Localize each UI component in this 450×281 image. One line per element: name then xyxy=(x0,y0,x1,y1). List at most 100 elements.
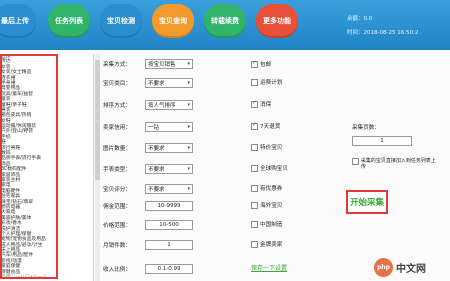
watch-type-select[interactable]: 不要求 ▾ xyxy=(145,164,193,174)
chevron-down-icon: ▾ xyxy=(187,61,190,67)
chevron-down-icon: ▾ xyxy=(187,102,190,108)
chevron-down-icon: ▾ xyxy=(187,145,190,151)
ratio-label: 收入比例： xyxy=(103,267,131,273)
price-input[interactable]: 10-500 xyxy=(145,220,193,230)
option-label: 消保 xyxy=(260,102,272,108)
row-rating: 宝贝评分： 不要求 ▾ xyxy=(103,184,193,194)
chevron-down-icon: ▾ xyxy=(187,80,190,86)
option-checkbox[interactable]: ✓ xyxy=(251,60,258,68)
nav-button-task-list[interactable]: 任务列表 xyxy=(48,4,90,38)
page-count-input[interactable]: 1 xyxy=(352,136,412,146)
option-row: ✓ 包邮 xyxy=(251,60,271,68)
sort-label: 排序方式： xyxy=(103,103,131,109)
commission-label: 佣金范围： xyxy=(103,204,131,210)
rating-select[interactable]: 不要求 ▾ xyxy=(145,184,193,194)
category-select[interactable]: 不要求 ▾ xyxy=(145,78,193,88)
rating-value: 不要求 xyxy=(148,187,165,193)
sort-value: 按人气排序 xyxy=(148,103,176,109)
row-price: 价格范围： 10-500 xyxy=(103,220,193,230)
row-ratio: 收入比例： 0.1-0.99 xyxy=(103,264,193,274)
option-row: 金牌卖家 xyxy=(251,240,282,248)
seller-credit-select[interactable]: 一钻 ▾ xyxy=(145,122,193,132)
option-label: 特价宝贝 xyxy=(260,145,283,151)
option-checkbox[interactable] xyxy=(251,201,258,209)
page-count-label: 采集页数： xyxy=(352,125,380,131)
watch-type-value: 不要求 xyxy=(148,167,165,173)
nav-button-more[interactable]: 更多功能 xyxy=(256,4,298,38)
nav-button-upload[interactable]: 最后上传 xyxy=(0,4,36,38)
seller-credit-value: 一钻 xyxy=(148,125,160,131)
option-row: 特价宝贝 xyxy=(251,143,282,151)
tree-scrollbar[interactable] xyxy=(95,54,100,281)
row-auto-add: 采集的宝贝直接加入到任务列表上传 xyxy=(352,158,438,170)
option-label: 包邮 xyxy=(260,62,272,68)
tree-scrollbar-thumb[interactable] xyxy=(95,60,100,180)
option-row: 中国制造 xyxy=(251,220,282,228)
row-sort: 排序方式： 按人气排序 ▾ xyxy=(103,100,193,110)
auto-add-checkbox[interactable] xyxy=(352,158,359,165)
chevron-down-icon: ▾ xyxy=(187,186,190,192)
option-checkbox[interactable] xyxy=(251,164,258,172)
image-count-label: 图片数量： xyxy=(103,146,131,152)
option-row: 全球购宝贝 xyxy=(251,164,288,172)
image-count-select[interactable]: 不要求 ▾ xyxy=(145,143,193,153)
watermark-text: 中文网 xyxy=(396,264,426,275)
price-label: 价格范围： xyxy=(103,223,131,229)
collect-mode-label: 采集方式： xyxy=(103,62,131,68)
option-label: 海外宝贝 xyxy=(260,203,283,209)
save-settings-link[interactable]: 保存一下设置 xyxy=(251,263,287,272)
row-image-count: 图片数量： 不要求 ▾ xyxy=(103,143,193,153)
option-row: ✓ 消保 xyxy=(251,100,271,108)
seller-credit-label: 卖家信用： xyxy=(103,125,131,131)
php-logo-icon: php xyxy=(374,258,393,277)
option-label: 运费计划 xyxy=(260,80,283,86)
option-label: 有优惠券 xyxy=(260,186,283,192)
ratio-input[interactable]: 0.1-0.99 xyxy=(145,264,193,274)
auto-add-label: 采集的宝贝直接加入到任务列表上传 xyxy=(360,158,436,170)
rating-label: 宝贝评分： xyxy=(103,187,131,193)
nav-button-item-check[interactable]: 宝贝检测 xyxy=(100,4,142,38)
option-label: 全球购宝贝 xyxy=(260,166,288,172)
collect-mode-value: 按宝贝销售 xyxy=(148,62,176,68)
option-checkbox[interactable] xyxy=(251,220,258,228)
option-row: 运费计划 xyxy=(251,78,282,86)
option-row: ✓ 7天退货 xyxy=(251,122,280,130)
account-balance: 余额：0.0 xyxy=(347,16,373,22)
sales-input[interactable]: 1 xyxy=(145,240,193,250)
option-checkbox[interactable] xyxy=(251,240,258,248)
start-collect-button[interactable]: 开始采集 xyxy=(346,190,388,214)
option-checkbox[interactable] xyxy=(251,184,258,192)
image-count-value: 不要求 xyxy=(148,146,165,152)
sales-label: 月销件数： xyxy=(103,243,131,249)
nav-button-renew[interactable]: 转载续费 xyxy=(204,4,246,38)
row-watch-type: 手表类型： 不要求 ▾ xyxy=(103,164,193,174)
row-sales: 月销件数： 1 xyxy=(103,240,193,250)
chevron-down-icon: ▾ xyxy=(187,166,190,172)
option-checkbox[interactable] xyxy=(251,143,258,151)
option-label: 金牌卖家 xyxy=(260,242,283,248)
row-commission: 佣金范围： 10-9999 xyxy=(103,201,193,211)
nav-button-item-search[interactable]: 宝贝查询 xyxy=(152,4,194,38)
option-row: 有优惠券 xyxy=(251,184,282,192)
collect-mode-select[interactable]: 按宝贝销售 ▾ xyxy=(145,59,193,69)
row-collect-mode: 采集方式： 按宝贝销售 ▾ xyxy=(103,59,193,69)
option-checkbox[interactable]: ✓ xyxy=(251,100,258,108)
sort-select[interactable]: 按人气排序 ▾ xyxy=(145,100,193,110)
watch-type-label: 手表类型： xyxy=(103,167,131,173)
row-category: 宝贝类目： 不要求 ▾ xyxy=(103,78,193,88)
watermark: php 中文网 xyxy=(374,258,426,277)
row-page-count: 采集页数： xyxy=(352,123,380,131)
chevron-down-icon: ▾ xyxy=(187,124,190,130)
category-value: 不要求 xyxy=(148,81,165,87)
tree-highlight-box xyxy=(0,54,58,279)
commission-input[interactable]: 10-9999 xyxy=(145,201,193,211)
option-label: 中国制造 xyxy=(260,222,283,228)
category-label: 宝贝类目： xyxy=(103,81,131,87)
datetime-display: 时间：2018-08-25 16:50:2 xyxy=(347,30,419,36)
option-checkbox[interactable]: ✓ xyxy=(251,122,258,130)
option-row: 海外宝贝 xyxy=(251,201,282,209)
row-seller-credit: 卖家信用： 一钻 ▾ xyxy=(103,122,193,132)
option-label: 7天退货 xyxy=(260,124,281,130)
top-toolbar: 最后上传 任务列表 宝贝检测 宝贝查询 转载续费 更多功能 余额：0.0 时间：… xyxy=(0,0,450,50)
option-checkbox[interactable] xyxy=(251,78,258,86)
